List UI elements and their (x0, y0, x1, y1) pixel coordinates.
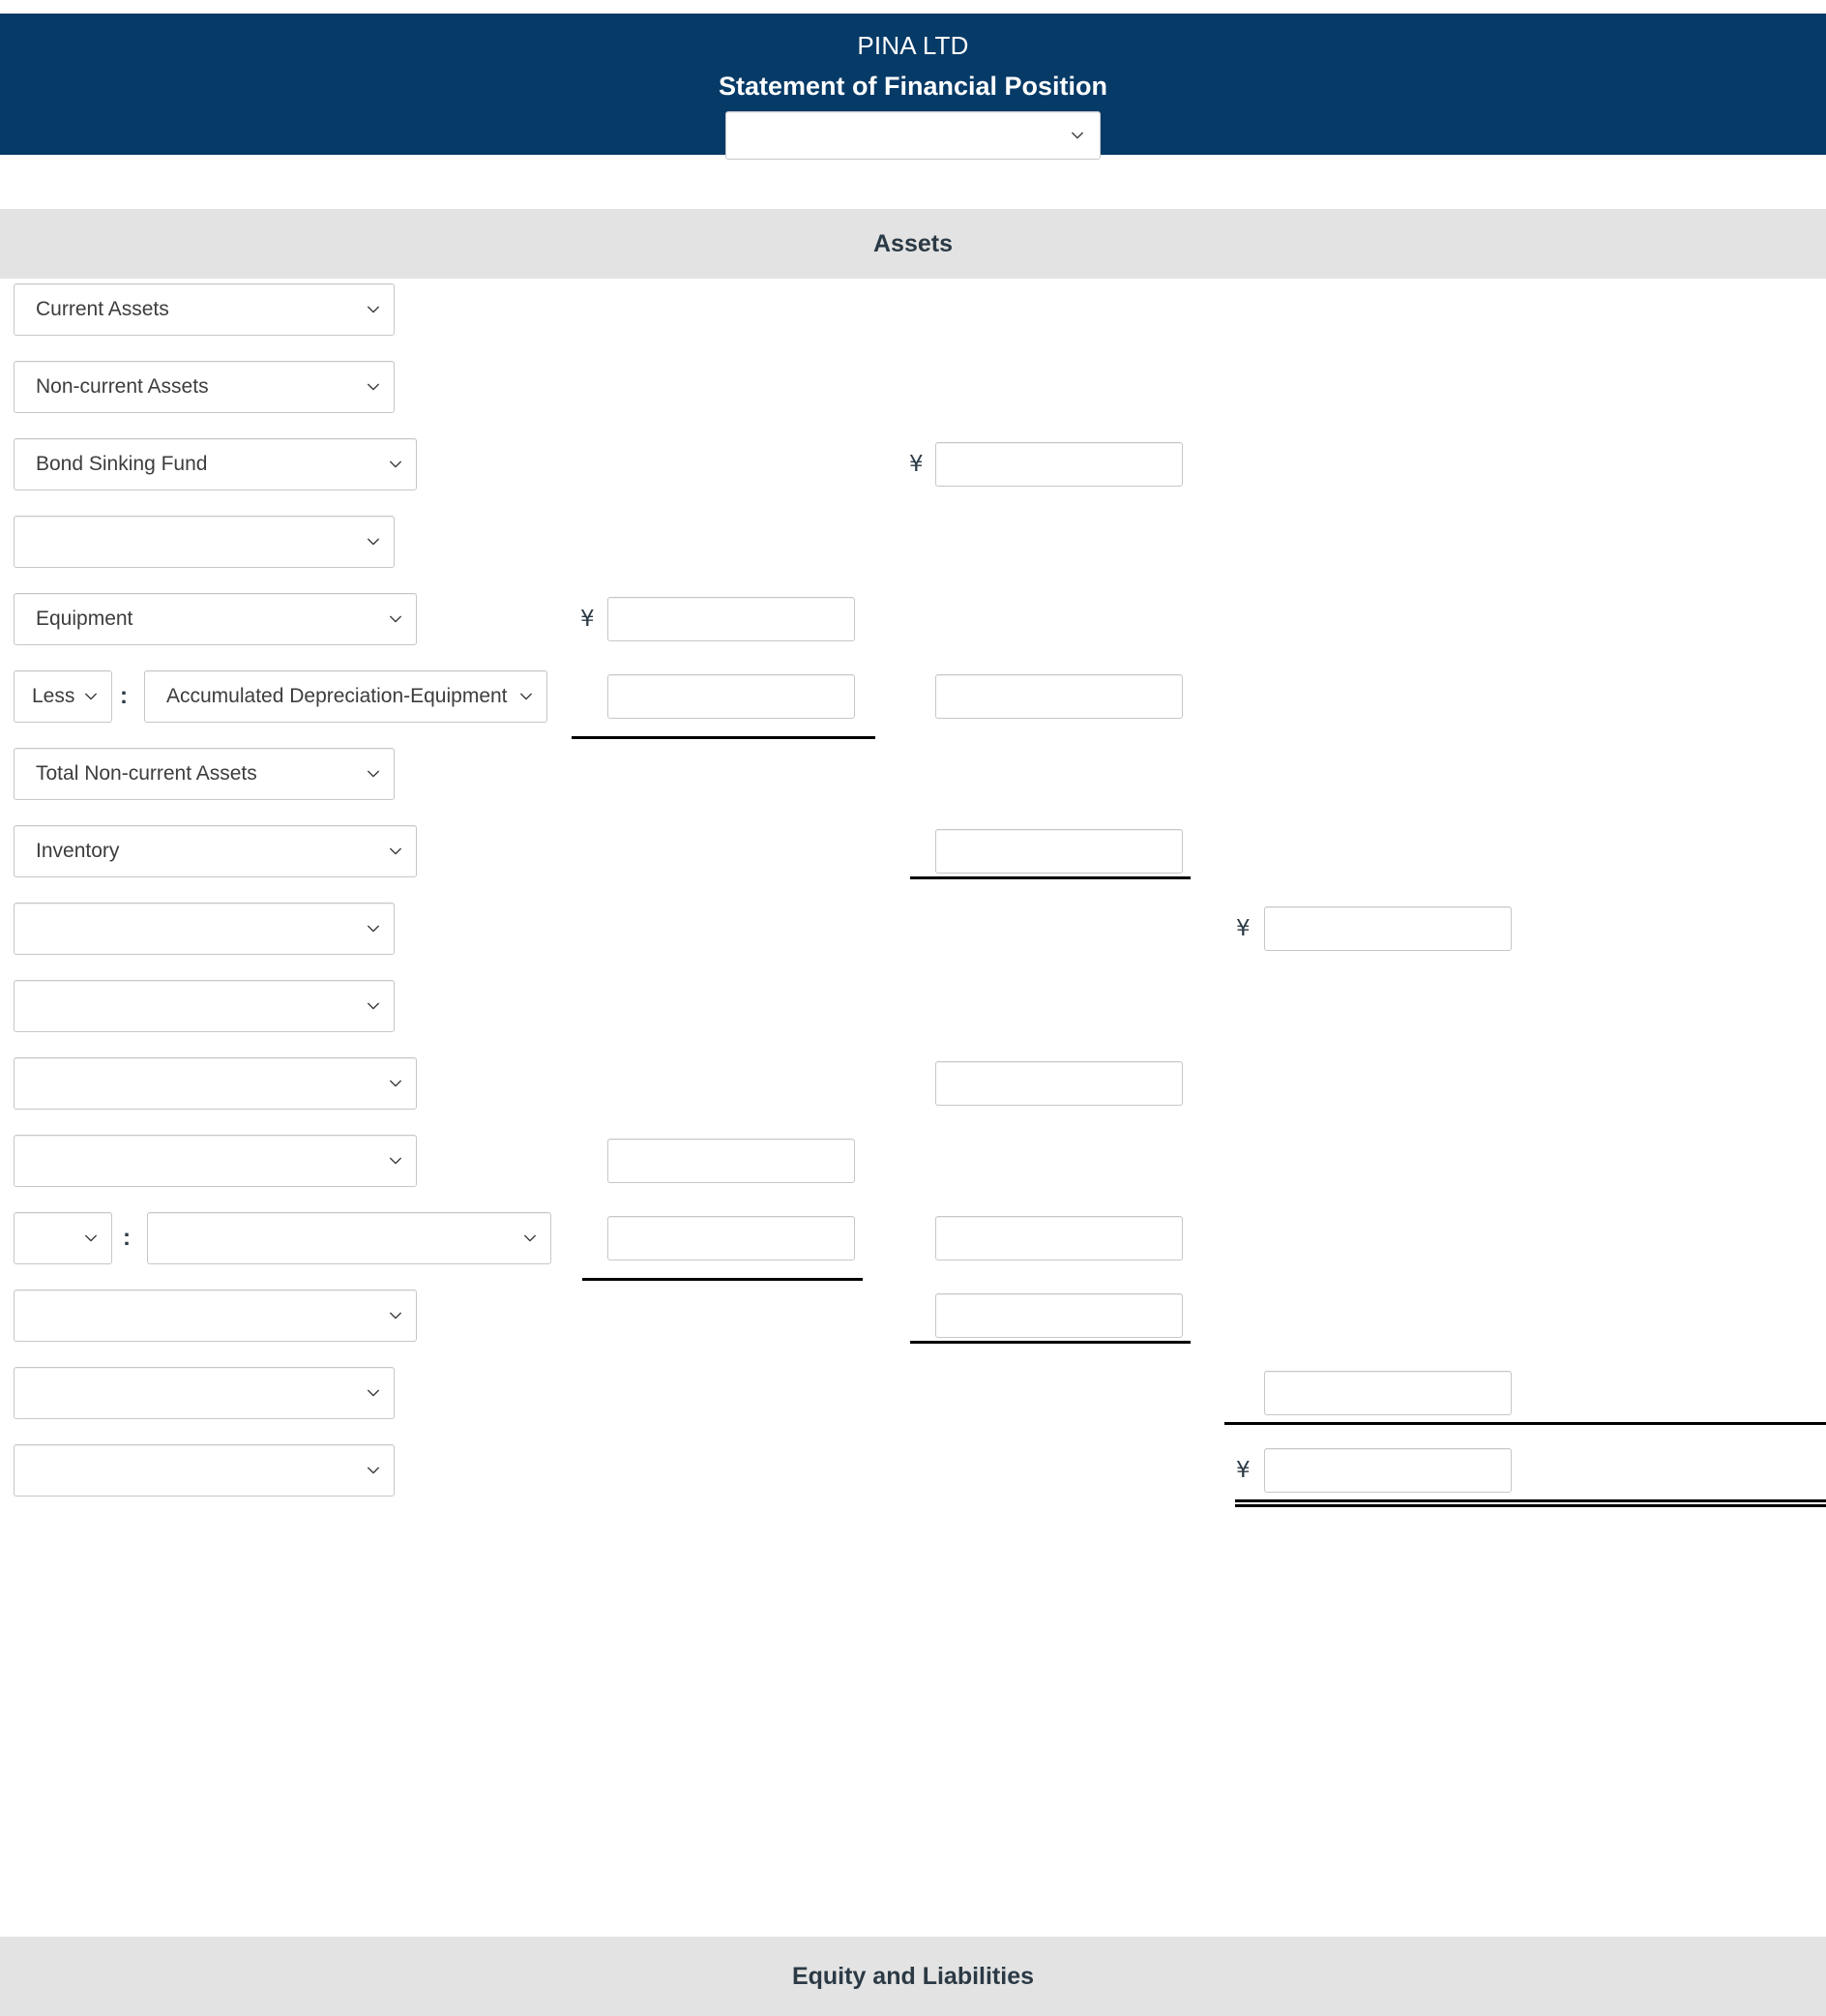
amount-input[interactable] (607, 1216, 855, 1260)
table-row: Bond Sinking Fund ¥ (0, 433, 1826, 511)
account-select[interactable] (14, 1057, 417, 1110)
subtotal-rule (910, 876, 1191, 879)
account-select[interactable] (14, 1367, 395, 1419)
amount-input[interactable] (1264, 1448, 1512, 1493)
statement-date-select[interactable] (725, 111, 1101, 160)
table-row: Non-current Assets (0, 356, 1826, 433)
account-select[interactable]: Total Non-current Assets (14, 748, 395, 800)
chevron-down-icon (389, 458, 402, 471)
currency-symbol: ¥ (1236, 916, 1251, 941)
chevron-down-icon (367, 380, 380, 394)
account-select-value: Inventory (36, 840, 120, 862)
statement-header: PINA LTD Statement of Financial Position (0, 14, 1826, 160)
account-select[interactable] (14, 903, 395, 955)
currency-symbol: ¥ (909, 452, 924, 477)
account-select[interactable]: Inventory (14, 825, 417, 877)
equity-liabilities-section-header: Equity and Liabilities (0, 1937, 1826, 2016)
account-select[interactable] (14, 1444, 395, 1497)
account-select[interactable] (14, 980, 395, 1032)
table-row: Current Assets (0, 279, 1826, 356)
amount-input[interactable] (935, 829, 1183, 874)
table-row (0, 1052, 1826, 1130)
table-row: ¥ (0, 898, 1826, 975)
assets-section-label: Assets (873, 229, 953, 257)
chevron-down-icon (367, 535, 380, 548)
chevron-down-icon (523, 1231, 537, 1245)
statement-of-financial-position-page: PINA LTD Statement of Financial Position… (0, 0, 1826, 2016)
chevron-down-icon (367, 767, 380, 781)
table-row (0, 511, 1826, 588)
account-select-value: Non-current Assets (36, 375, 209, 398)
chevron-down-icon (389, 1077, 402, 1090)
chevron-down-icon (367, 922, 380, 935)
table-row: Equipment ¥ (0, 588, 1826, 666)
table-row (0, 1362, 1826, 1439)
assets-rows: Current Assets Non-current Assets Bond S… (0, 279, 1826, 1517)
table-row (0, 1130, 1826, 1207)
table-row: Total Non-current Assets (0, 743, 1826, 820)
chevron-down-icon (519, 690, 533, 703)
account-select-value: Accumulated Depreciation-Equipment (166, 685, 508, 707)
account-select-value: Equipment (36, 608, 133, 630)
currency-symbol: ¥ (1236, 1458, 1251, 1483)
chevron-down-icon (84, 1231, 98, 1245)
account-select[interactable] (14, 1290, 417, 1342)
account-select[interactable]: Accumulated Depreciation-Equipment (144, 670, 547, 723)
table-row (0, 975, 1826, 1052)
chevron-down-icon (367, 1386, 380, 1400)
amount-input[interactable] (607, 1139, 855, 1183)
less-select[interactable] (14, 1212, 112, 1264)
amount-input[interactable] (935, 1061, 1183, 1106)
amount-input[interactable] (935, 442, 1183, 487)
company-name: PINA LTD (857, 31, 969, 60)
chevron-down-icon (1071, 129, 1084, 142)
amount-input[interactable] (935, 1293, 1183, 1338)
account-select[interactable]: Equipment (14, 593, 417, 645)
amount-input[interactable] (935, 1216, 1183, 1260)
account-select-value: Total Non-current Assets (36, 762, 257, 785)
table-row: ¥ (0, 1439, 1826, 1517)
account-select-value: Bond Sinking Fund (36, 453, 208, 475)
table-row: : (0, 1207, 1826, 1285)
amount-input[interactable] (607, 597, 855, 641)
separator-colon: : (120, 683, 128, 709)
chevron-down-icon (367, 303, 380, 316)
separator-colon: : (123, 1225, 131, 1251)
header-select-row (0, 111, 1826, 160)
account-select[interactable] (14, 516, 395, 568)
subtotal-rule (572, 736, 875, 739)
total-double-rule (1235, 1499, 1826, 1507)
subtotal-rule (910, 1341, 1191, 1344)
equity-liabilities-section-label: Equity and Liabilities (791, 1962, 1035, 1990)
chevron-down-icon (389, 612, 402, 626)
subtotal-rule (1224, 1422, 1826, 1425)
amount-input[interactable] (607, 674, 855, 719)
account-select[interactable] (14, 1135, 417, 1187)
amount-input[interactable] (1264, 906, 1512, 951)
account-select[interactable]: Non-current Assets (14, 361, 395, 413)
amount-input[interactable] (1264, 1371, 1512, 1415)
chevron-down-icon (389, 845, 402, 858)
subtotal-rule (582, 1278, 863, 1281)
account-select[interactable]: Current Assets (14, 283, 395, 336)
less-select[interactable]: Less (14, 670, 112, 723)
account-select[interactable] (147, 1212, 551, 1264)
chevron-down-icon (367, 999, 380, 1013)
statement-title: Statement of Financial Position (718, 72, 1108, 101)
amount-input[interactable] (935, 674, 1183, 719)
account-select-value: Current Assets (36, 298, 169, 320)
table-row (0, 1285, 1826, 1362)
chevron-down-icon (367, 1464, 380, 1477)
chevron-down-icon (389, 1154, 402, 1168)
table-row: Inventory (0, 820, 1826, 898)
account-select[interactable]: Bond Sinking Fund (14, 438, 417, 490)
assets-section-header: Assets (0, 209, 1826, 279)
currency-symbol: ¥ (580, 607, 595, 632)
less-select-value: Less (32, 685, 75, 707)
chevron-down-icon (389, 1309, 402, 1322)
chevron-down-icon (84, 690, 98, 703)
table-row: Less : Accumulated Depreciation-Equipmen… (0, 666, 1826, 743)
